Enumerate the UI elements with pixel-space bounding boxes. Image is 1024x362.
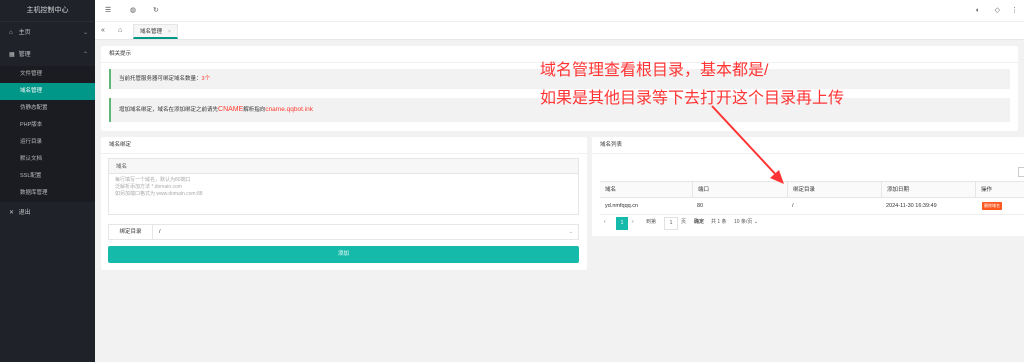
annotation-arrow bbox=[711, 105, 784, 184]
arrow-shaft bbox=[711, 105, 780, 179]
arrow-head bbox=[770, 170, 784, 184]
